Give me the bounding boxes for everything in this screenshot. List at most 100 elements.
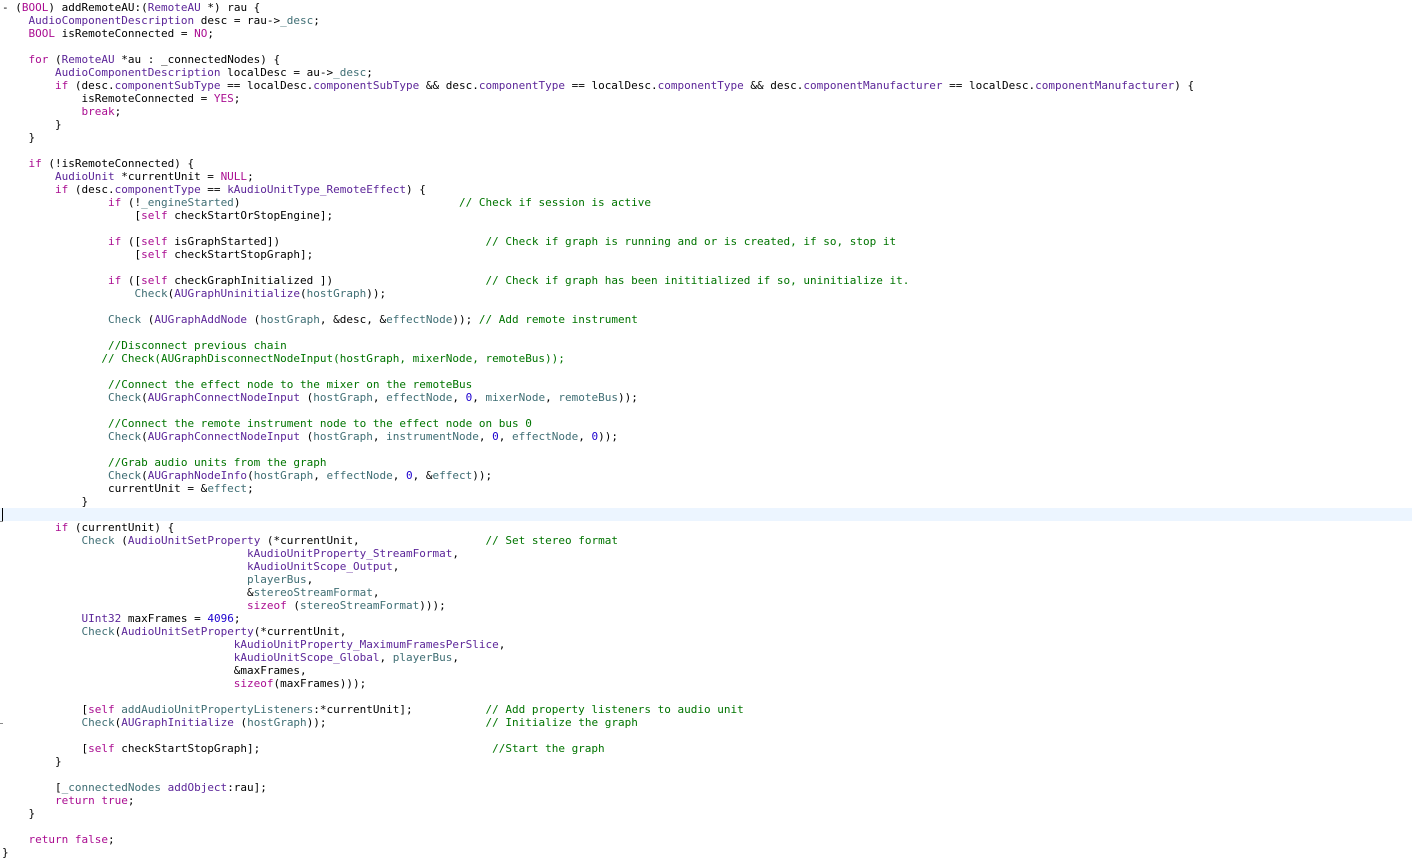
code-token: ( [286,599,301,612]
code-line[interactable]: } [0,807,1412,820]
code-token: effect [432,469,473,482]
code-line[interactable]: if (currentUnit) { [0,521,1412,534]
code-token: // Check(AUGraphDisconnectNodeInput(host… [101,352,565,365]
code-line[interactable] [0,144,1412,157]
code-token: UInt32 [81,612,122,625]
code-line[interactable]: playerBus, [0,573,1412,586]
code-token: self [141,235,168,248]
code-token: , [372,430,387,443]
code-token: AudioUnitSetProperty [127,534,261,547]
code-line[interactable]: if (!isRemoteConnected) { [0,157,1412,170]
code-line[interactable] [0,40,1412,53]
code-token: if [54,521,69,534]
code-line[interactable] [0,404,1412,417]
code-token: if [54,79,69,92]
code-line[interactable]: kAudioUnitScope_Output, [0,560,1412,573]
code-token: , [478,430,493,443]
code-line[interactable]: BOOL isRemoteConnected = NO; [0,27,1412,40]
code-line[interactable] [0,261,1412,274]
code-line[interactable] [0,443,1412,456]
code-line[interactable]: [_connectedNodes addObject:rau]; [0,781,1412,794]
code-token: hostGraph [306,287,367,300]
code-line[interactable]: [self checkStartStopGraph]; //Start the … [0,742,1412,755]
code-token: Check [107,430,142,443]
code-line[interactable]: } [0,495,1412,508]
code-line[interactable]: - (BOOL) addRemoteAU:(RemoteAU *) rau { [0,1,1412,14]
code-token: (*currentUnit, [260,534,486,547]
code-editor[interactable]: - (BOOL) addRemoteAU:(RemoteAU *) rau { … [0,0,1412,862]
code-token: , &desc, & [319,313,387,326]
code-line[interactable]: AudioComponentDescription localDesc = au… [0,66,1412,79]
code-line[interactable]: } [0,755,1412,768]
code-line[interactable] [0,820,1412,833]
code-line[interactable] [0,326,1412,339]
code-line[interactable]: //Connect the remote instrument node to … [0,417,1412,430]
code-line[interactable]: kAudioUnitProperty_MaximumFramesPerSlice… [0,638,1412,651]
code-line[interactable]: AudioComponentDescription desc = rau->_d… [0,14,1412,27]
code-line[interactable]: &maxFrames, [0,664,1412,677]
code-line[interactable]: &stereoStreamFormat, [0,586,1412,599]
code-line[interactable]: for (RemoteAU *au : _connectedNodes) { [0,53,1412,66]
code-line[interactable] [0,690,1412,703]
code-token: [ [2,742,89,755]
code-token: NO [194,27,208,40]
code-line[interactable]: if ([self isGraphStarted]) // Check if g… [0,235,1412,248]
code-token: , [392,560,400,573]
code-line[interactable]: kAudioUnitScope_Global, playerBus, [0,651,1412,664]
code-line[interactable]: Check(AudioUnitSetProperty(*currentUnit, [0,625,1412,638]
code-line[interactable]: //Grab audio units from the graph [0,456,1412,469]
code-line[interactable]: break; [0,105,1412,118]
text-caret [2,508,3,521]
code-line[interactable]: return true; [0,794,1412,807]
code-line[interactable]: if (!_engineStarted) // Check if session… [0,196,1412,209]
code-line[interactable]: isRemoteConnected = YES; [0,92,1412,105]
code-line[interactable] [0,768,1412,781]
code-line[interactable]: Check(AUGraphUninitialize(hostGraph)); [0,287,1412,300]
code-token: AUGraphNodeInfo [147,469,248,482]
code-line[interactable]: if (desc.componentSubType == localDesc.c… [0,79,1412,92]
code-line[interactable]: if ([self checkGraphInitialized ]) // Ch… [0,274,1412,287]
code-token: Check [134,287,168,300]
code-line[interactable]: Check (AUGraphAddNode (hostGraph, &desc,… [0,313,1412,326]
code-line[interactable] [0,729,1412,742]
code-line[interactable]: sizeof(maxFrames))); [0,677,1412,690]
code-line[interactable] [0,300,1412,313]
code-token: [ [2,703,89,716]
code-line[interactable]: [self checkStartOrStopEngine]; [0,209,1412,222]
code-token: isRemoteConnected = [55,27,195,40]
code-token: maxFrames = [121,612,208,625]
code-line[interactable]: //Disconnect previous chain [0,339,1412,352]
code-token: if [107,274,122,287]
code-token: , [498,638,506,651]
code-line[interactable] [0,365,1412,378]
code-line[interactable]: Check(AUGraphNodeInfo(hostGraph, effectN… [0,469,1412,482]
code-line[interactable]: return false; [0,833,1412,846]
code-line[interactable]: AudioUnit *currentUnit = NULL; [0,170,1412,183]
code-line[interactable]: //Connect the effect node to the mixer o… [0,378,1412,391]
code-line[interactable]: } [0,118,1412,131]
code-line[interactable]: Check(AUGraphConnectNodeInput (hostGraph… [0,391,1412,404]
code-line[interactable]: UInt32 maxFrames = 4096; [0,612,1412,625]
code-line[interactable]: Check (AudioUnitSetProperty (*currentUni… [0,534,1412,547]
code-line[interactable]: } [0,131,1412,144]
code-line[interactable]: Check(AUGraphInitialize (hostGraph)); //… [0,716,1412,729]
current-code-line[interactable] [0,508,1412,521]
code-line[interactable] [0,222,1412,235]
code-line[interactable]: kAudioUnitProperty_StreamFormat, [0,547,1412,560]
code-token: ; [108,833,115,846]
code-line[interactable]: if (desc.componentType == kAudioUnitType… [0,183,1412,196]
code-token: ( [141,313,155,326]
code-line[interactable]: currentUnit = &effect; [0,482,1412,495]
code-token: , [379,651,393,664]
code-line[interactable]: } [0,846,1412,859]
code-line[interactable]: [self checkStartStopGraph]; [0,248,1412,261]
code-line[interactable]: sizeof (stereoStreamFormat))); [0,599,1412,612]
code-line[interactable]: // Check(AUGraphDisconnectNodeInput(host… [0,352,1412,365]
code-token: for [28,53,49,66]
code-line[interactable]: [self addAudioUnitPropertyListeners:*cur… [0,703,1412,716]
code-line[interactable]: Check(AUGraphConnectNodeInput (hostGraph… [0,430,1412,443]
code-token: } [2,118,62,131]
